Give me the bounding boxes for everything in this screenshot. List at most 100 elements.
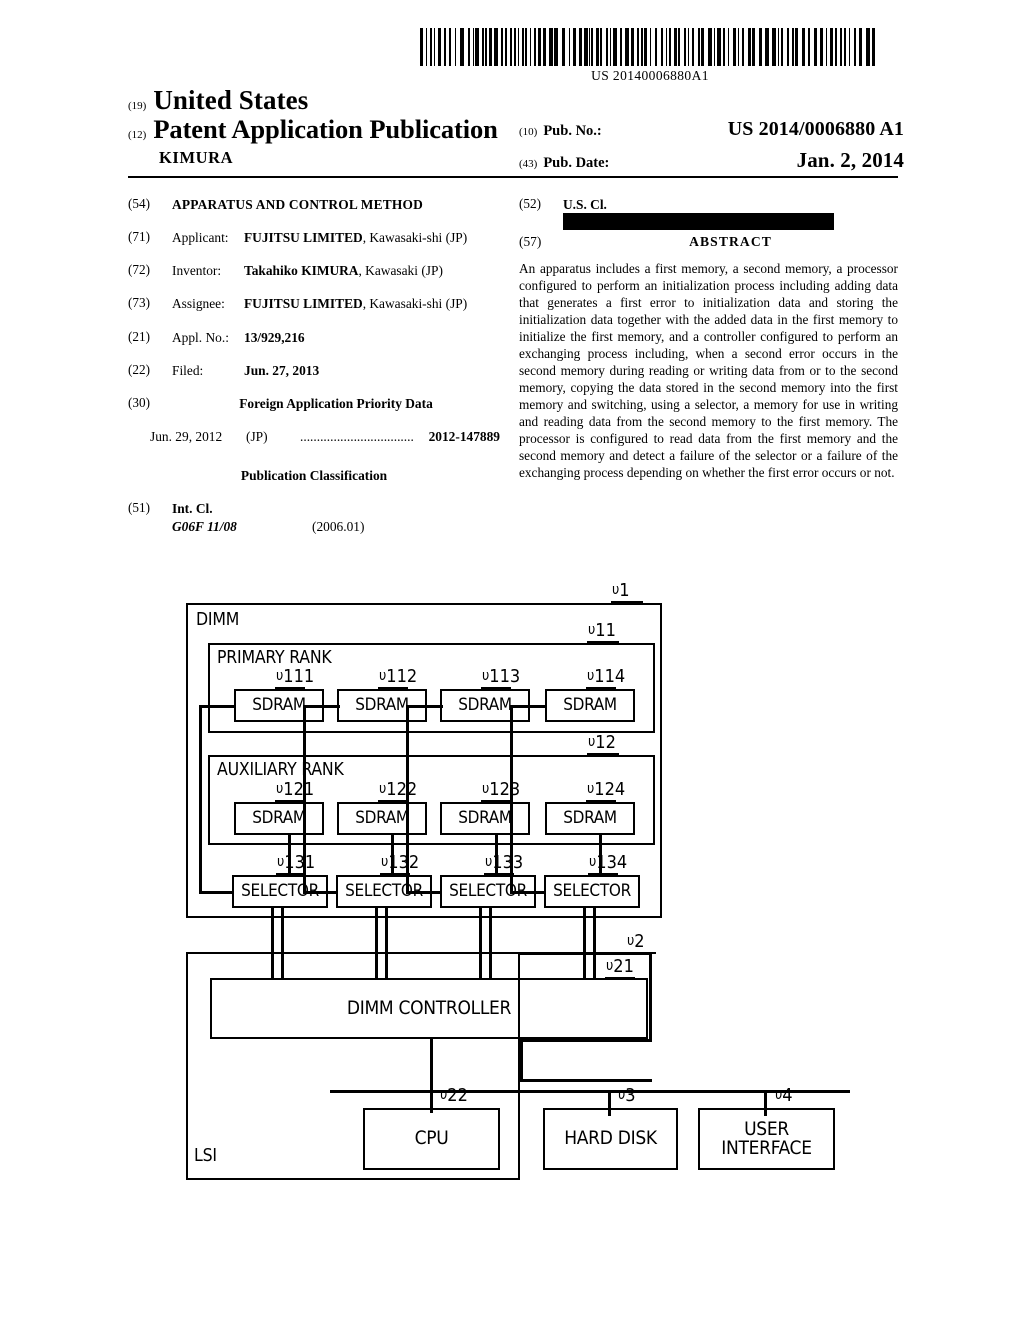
field-code-54: (54) bbox=[128, 196, 150, 211]
ref-numeral-121: υ121 bbox=[276, 779, 315, 800]
us-cl-label: U.S. Cl. bbox=[563, 197, 607, 212]
field-code-22: (22) bbox=[128, 361, 150, 377]
primary-rank-label: PRIMARY RANK bbox=[217, 648, 332, 668]
ref-numeral-123: υ123 bbox=[482, 779, 521, 800]
wire-col2-vert bbox=[303, 707, 306, 893]
ref-numeral-21: υ21 bbox=[606, 956, 634, 977]
ref-numeral-113: υ113 bbox=[482, 666, 521, 687]
lsi-right-extension-top bbox=[520, 952, 652, 955]
ref-tick-113 bbox=[481, 687, 511, 689]
wire-controller-right-across bbox=[520, 1079, 652, 1082]
wire-col1-vert bbox=[199, 707, 202, 893]
inventor-label: Inventor: bbox=[172, 263, 222, 279]
ref-tick-131 bbox=[276, 873, 306, 875]
filed-date-value: Jun. 27, 2013 bbox=[244, 362, 320, 378]
wire-col2-top-stub bbox=[303, 705, 340, 708]
wire-col3-top-stub bbox=[406, 705, 443, 708]
wire-aux2-to-sel2 bbox=[391, 834, 394, 876]
patent-front-page: US 20140006880A1 (19) United States (12)… bbox=[0, 0, 1024, 1320]
ref-tick-11 bbox=[587, 641, 619, 643]
user-interface-label: USER INTERFACE bbox=[721, 1117, 812, 1159]
assignee-address: , Kawasaki-shi (JP) bbox=[362, 296, 468, 312]
wire-aux1-to-sel1 bbox=[288, 834, 291, 876]
priority-number: 2012-147889 bbox=[428, 429, 500, 445]
ref-numeral-1: υ1 bbox=[612, 580, 630, 601]
ref-tick-12 bbox=[587, 753, 619, 755]
filed-label: Filed: bbox=[172, 362, 204, 378]
uspc-leader-dots: ........................................… bbox=[598, 214, 753, 230]
wire-col2-bot-stub bbox=[303, 891, 338, 894]
wire-col1-bot-stub bbox=[199, 891, 234, 894]
field-code-72: (72) bbox=[128, 262, 150, 278]
priority-country: (JP) bbox=[246, 429, 268, 445]
ref-numeral-133: υ133 bbox=[485, 852, 524, 873]
ref-numeral-3: υ3 bbox=[618, 1085, 636, 1106]
assignee-field: (73) Assignee: FUJITSU LIMITED, Kawasaki… bbox=[128, 295, 500, 312]
selector-box-134: SELECTOR bbox=[544, 875, 640, 908]
document-type: Patent Application Publication bbox=[153, 113, 498, 144]
pub-no-label: Pub. No.: bbox=[543, 123, 602, 139]
int-cl-field: (51) Int. Cl. G06F 11/08 (2006.01) bbox=[128, 500, 500, 534]
pub-date-label: Pub. Date: bbox=[543, 155, 610, 171]
ref-numeral-112: υ112 bbox=[379, 666, 418, 687]
applicant-label: Applicant: bbox=[172, 230, 229, 246]
field-code-57: (57) bbox=[519, 234, 542, 250]
dimm-label: DIMM bbox=[196, 610, 240, 630]
field-code-73: (73) bbox=[128, 295, 150, 311]
dimm-controller-box: DIMM CONTROLLER bbox=[210, 978, 648, 1039]
ref-numeral-134: υ134 bbox=[589, 852, 628, 873]
field-code-51: (51) bbox=[128, 500, 150, 516]
ref-tick-134 bbox=[588, 873, 618, 875]
wire-col3-vert bbox=[406, 707, 409, 893]
abstract-header: (57) ABSTRACT bbox=[519, 233, 898, 250]
lsi-right-extension-bot bbox=[520, 1039, 652, 1042]
foreign-priority-entry: Jun. 29, 2012 (JP) .....................… bbox=[150, 428, 500, 445]
cpu-box: CPU bbox=[363, 1108, 500, 1170]
figure-block-diagram: DIMM υ1 PRIMARY RANK υ11 AUXILIARY RANK … bbox=[0, 560, 1024, 1210]
lsi-right-extension-vert bbox=[649, 952, 652, 1042]
ref-tick-124 bbox=[586, 800, 616, 802]
country-line: (19) United States bbox=[128, 86, 898, 115]
applicant-name: FUJITSU LIMITED bbox=[244, 230, 363, 246]
ref-numeral-11: υ11 bbox=[588, 620, 616, 641]
us-cl-field: (52) U.S. Cl. CPC ......................… bbox=[519, 196, 898, 231]
wire-controller-to-cpu bbox=[430, 1039, 433, 1113]
publication-number-barcode-text: US 20140006880A1 bbox=[591, 68, 709, 83]
ref-tick-121 bbox=[275, 800, 305, 802]
assignee-name: FUJITSU LIMITED bbox=[244, 296, 363, 312]
applicant-field: (71) Applicant: FUJITSU LIMITED, Kawasak… bbox=[128, 229, 500, 246]
uspc-line: USPC ...................................… bbox=[563, 213, 792, 231]
ref-tick-123 bbox=[481, 800, 511, 802]
sdram-box-121: SDRAM bbox=[234, 802, 324, 835]
wire-col3-bot-stub bbox=[406, 891, 441, 894]
inventor-name: Takahiko KIMURA bbox=[244, 263, 359, 279]
pub-no-row: (10) Pub. No.: US 2014/0006880 A1 bbox=[519, 118, 904, 141]
wire-controller-right-down bbox=[520, 1039, 523, 1081]
inventor-field: (72) Inventor: Takahiko KIMURA, Kawasaki… bbox=[128, 262, 500, 279]
sdram-box-123: SDRAM bbox=[440, 802, 530, 835]
uspc-key: USPC bbox=[563, 214, 597, 230]
abstract-heading: ABSTRACT bbox=[689, 234, 772, 250]
publication-classification-heading: Publication Classification bbox=[240, 468, 388, 484]
sdram-box-122: SDRAM bbox=[337, 802, 427, 835]
inventor-address: , Kawasaki (JP) bbox=[358, 263, 443, 279]
assignee-label: Assignee: bbox=[172, 296, 225, 312]
priority-date: Jun. 29, 2012 bbox=[150, 429, 223, 445]
filed-field: (22) Filed: Jun. 27, 2013 bbox=[128, 362, 500, 379]
ref-tick-1 bbox=[611, 601, 643, 603]
pub-date-value: Jan. 2, 2014 bbox=[796, 148, 904, 172]
foreign-priority-heading: Foreign Application Priority Data bbox=[239, 395, 433, 411]
country-name: United States bbox=[153, 85, 309, 115]
int-cl-label: Int. Cl. bbox=[172, 501, 213, 517]
header-divider bbox=[128, 176, 898, 178]
bus-sel4-a bbox=[583, 907, 586, 978]
field-code-43: (43) bbox=[519, 158, 538, 170]
field-code-10: (10) bbox=[519, 126, 538, 138]
ref-tick-111 bbox=[275, 687, 305, 689]
wire-col4-top-stub bbox=[510, 705, 547, 708]
uspc-value: 714/54 bbox=[754, 214, 792, 230]
bibliographic-right-column: (52) U.S. Cl. CPC ......................… bbox=[519, 196, 898, 482]
field-code-21: (21) bbox=[128, 328, 150, 344]
sdram-box-124: SDRAM bbox=[545, 802, 635, 835]
lsi-label: LSI bbox=[194, 1146, 217, 1166]
